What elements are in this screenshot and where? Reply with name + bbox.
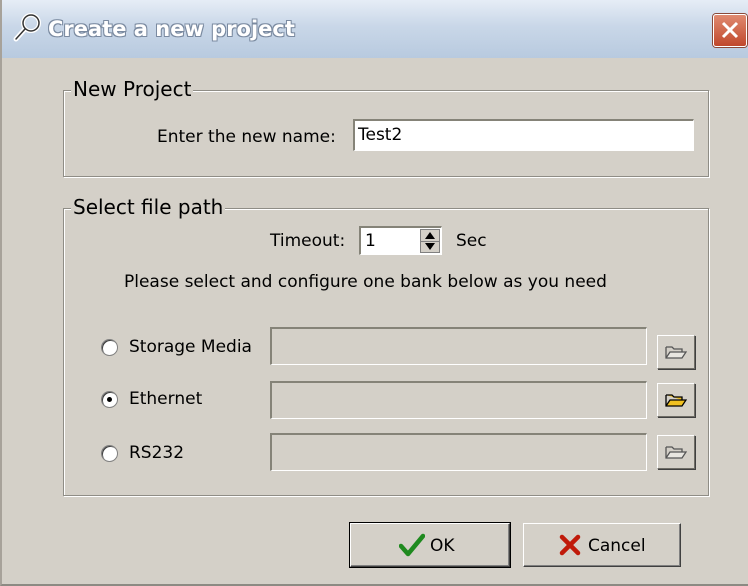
- ok-label: OK: [430, 536, 455, 556]
- spin-down-icon[interactable]: [421, 241, 439, 252]
- title-bar[interactable]: Create a new project: [2, 0, 748, 58]
- project-name-input[interactable]: Test2: [353, 119, 694, 151]
- storage-media-path-field[interactable]: [270, 327, 647, 365]
- ethernet-browse-button[interactable]: [657, 383, 695, 417]
- timeout-unit: Sec: [456, 231, 487, 251]
- instruction-text: Please select and configure one bank bel…: [124, 272, 607, 292]
- checkmark-icon: [399, 533, 425, 557]
- timeout-stepper[interactable]: 1: [359, 226, 442, 255]
- timeout-spin-buttons[interactable]: [420, 229, 440, 253]
- ok-button[interactable]: OK: [349, 522, 511, 568]
- rs232-browse-button[interactable]: [657, 435, 695, 469]
- dialog-title: Create a new project: [48, 17, 295, 41]
- rs232-radio[interactable]: [101, 445, 118, 462]
- storage-media-radio[interactable]: [101, 339, 118, 356]
- timeout-label: Timeout:: [270, 231, 346, 251]
- new-project-group-label: New Project: [71, 76, 194, 102]
- folder-open-icon: [665, 446, 687, 459]
- cancel-button[interactable]: Cancel: [523, 523, 681, 567]
- storage-media-label[interactable]: Storage Media: [129, 336, 252, 358]
- create-project-dialog: Create a new project New Project Enter t…: [0, 0, 748, 586]
- close-button[interactable]: [713, 14, 747, 47]
- folder-open-icon: [665, 394, 687, 407]
- x-mark-icon: [559, 534, 581, 556]
- rs232-path-field[interactable]: [270, 433, 647, 471]
- timeout-value: 1: [365, 231, 376, 251]
- project-name-label: Enter the new name:: [157, 127, 336, 147]
- folder-open-icon: [665, 346, 687, 359]
- storage-media-browse-button[interactable]: [657, 335, 695, 369]
- ethernet-path-field[interactable]: [270, 381, 647, 419]
- wrench-icon: [13, 13, 41, 42]
- close-icon: [721, 21, 739, 39]
- cancel-label: Cancel: [588, 536, 646, 556]
- rs232-label[interactable]: RS232: [129, 442, 184, 464]
- ethernet-radio[interactable]: [101, 391, 118, 408]
- file-path-group-label: Select file path: [71, 194, 226, 220]
- ethernet-label[interactable]: Ethernet: [129, 388, 202, 410]
